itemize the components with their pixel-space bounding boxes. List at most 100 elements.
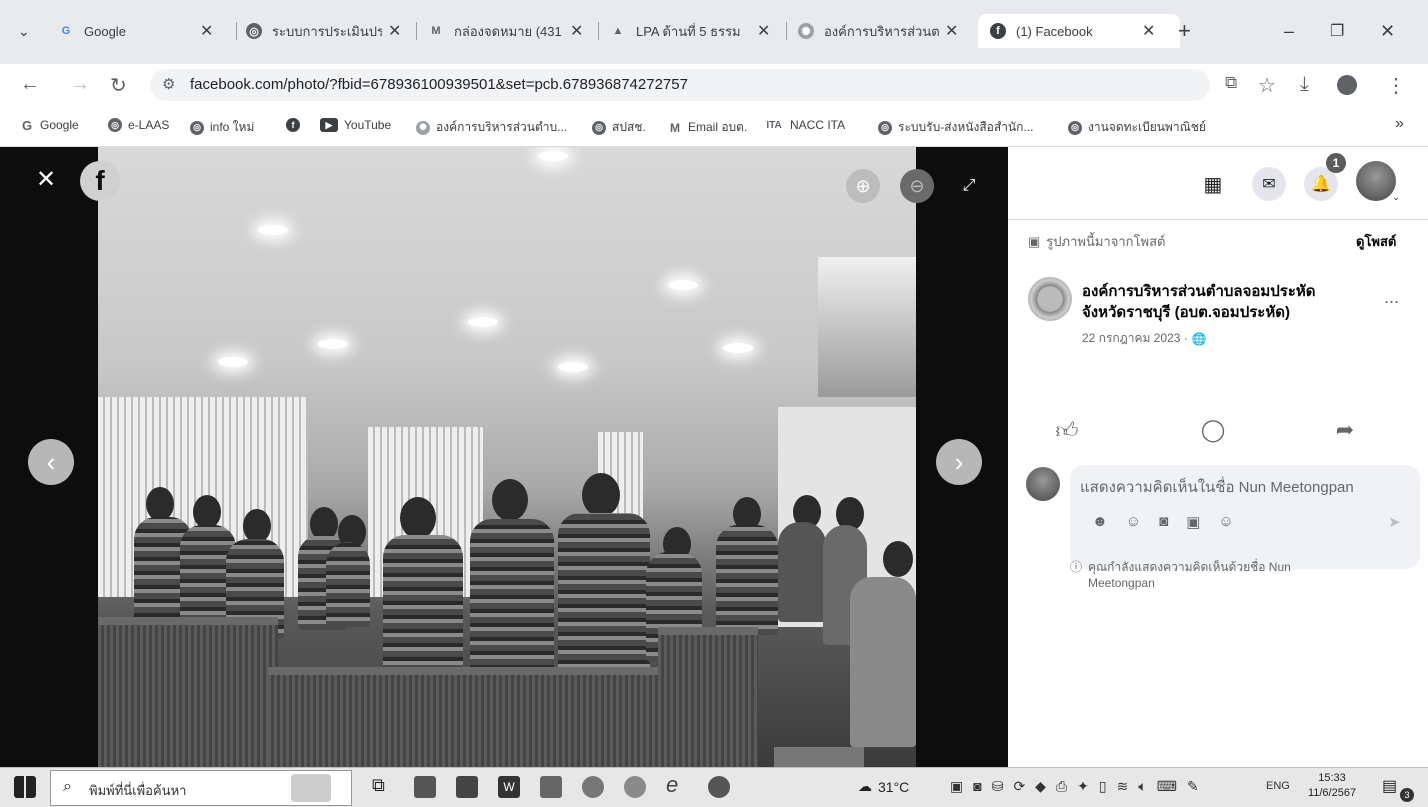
messenger-icon[interactable]: ✉: [1252, 167, 1286, 201]
menu-kebab-icon[interactable]: ⋮: [1386, 73, 1406, 98]
bookmark-sao[interactable]: ✺ องค์การบริหารส่วนตำบ...: [416, 118, 567, 137]
next-photo-button[interactable]: ›: [936, 439, 982, 485]
bookmark-nacc[interactable]: ITA NACC ITA: [764, 118, 845, 132]
emoji-icon[interactable]: ☺: [1126, 513, 1141, 531]
tab-gmail[interactable]: M กล่องจดหมาย (431 ✕: [428, 14, 593, 48]
like-icon[interactable]: 👍︎: [1052, 415, 1082, 445]
ceiling-light: [468, 317, 498, 327]
back-icon[interactable]: ←: [20, 73, 40, 96]
close-icon[interactable]: ✕: [388, 21, 401, 41]
facebook-logo[interactable]: f: [80, 161, 120, 201]
bookmark-email[interactable]: M Email อบต.: [668, 118, 747, 137]
post-photo[interactable]: [98, 147, 916, 767]
bookmark-info[interactable]: ◎ info ใหม่: [190, 118, 254, 137]
tab-search-button[interactable]: ⌄: [18, 14, 30, 48]
tray-sync-icon[interactable]: ⟳: [1013, 778, 1025, 795]
address-toolbar: ← → ↻ ⚙ facebook.com/photo/?fbid=6789361…: [0, 64, 1428, 106]
previous-photo-button[interactable]: ‹: [28, 439, 74, 485]
bookmark-commerce[interactable]: ◎ งานจดทะเบียนพาณิชย์: [1068, 118, 1206, 137]
firefox-icon[interactable]: [582, 776, 604, 798]
keyboard-icon[interactable]: ⌨: [1157, 778, 1177, 795]
post-options-button[interactable]: ...: [1384, 287, 1399, 308]
address-bar[interactable]: ⚙ facebook.com/photo/?fbid=6789361009395…: [150, 69, 1210, 101]
close-icon[interactable]: ✕: [200, 21, 213, 41]
site-info-icon[interactable]: ⚙: [162, 75, 175, 93]
view-post-link[interactable]: ดูโพสต์: [1356, 231, 1396, 252]
close-icon[interactable]: ✕: [757, 21, 770, 41]
chevron-right-icon: ›: [954, 446, 964, 477]
comment-input[interactable]: แสดงความคิดเห็นในชื่อ Nun Meetongpan: [1080, 475, 1354, 499]
tab-title: กล่องจดหมาย (431: [454, 23, 562, 39]
language-indicator[interactable]: ENG: [1266, 780, 1290, 792]
download-icon[interactable]: ⤓: [1300, 73, 1309, 96]
url-text[interactable]: facebook.com/photo/?fbid=678936100939501…: [190, 76, 688, 93]
fullscreen-icon[interactable]: ⤢: [956, 173, 982, 199]
store-icon[interactable]: [456, 776, 478, 798]
close-icon[interactable]: ✕: [570, 21, 583, 41]
extension-icon[interactable]: [1337, 75, 1357, 95]
tray-camera-icon[interactable]: ◙: [973, 778, 981, 795]
bookmark-nhso[interactable]: ◎ สปสช.: [592, 118, 646, 137]
bookmark-facebook[interactable]: f: [286, 118, 306, 132]
bookmark-google[interactable]: G Google: [20, 118, 79, 133]
tray-dropbox-icon[interactable]: ◆: [1035, 778, 1046, 795]
wifi-icon[interactable]: ≋: [1117, 778, 1129, 795]
share-icon[interactable]: ➦: [1330, 415, 1360, 445]
avatar-sticker-icon[interactable]: ☻: [1092, 513, 1108, 531]
tray-battery-icon[interactable]: ▯: [1099, 778, 1107, 795]
gif-icon[interactable]: ▣: [1186, 513, 1200, 531]
bookmark-elaas[interactable]: ◎ e-LAAS: [108, 118, 169, 132]
task-view-icon[interactable]: ⧉: [372, 775, 394, 797]
close-icon[interactable]: ✕: [945, 21, 958, 41]
reload-icon[interactable]: ↻: [110, 73, 127, 98]
sticker-icon[interactable]: ☺: [1218, 513, 1233, 531]
restore-button[interactable]: ❐: [1330, 14, 1344, 48]
bookmark-star-icon[interactable]: ☆: [1258, 73, 1276, 98]
word-icon[interactable]: W: [498, 776, 520, 798]
clock[interactable]: 15:33 11/6/2567: [1300, 771, 1364, 801]
send-icon[interactable]: ➤: [1388, 513, 1401, 531]
tray-printer-icon[interactable]: ⎙: [1056, 778, 1067, 795]
window-close-button[interactable]: ✕: [1380, 14, 1395, 48]
tab-sao[interactable]: ✺ องค์การบริหารส่วนต ✕: [798, 14, 968, 48]
menu-grid-icon[interactable]: ▦: [1196, 167, 1230, 201]
bookmark-youtube[interactable]: ▶ YouTube: [320, 118, 391, 132]
mail-icon[interactable]: [540, 776, 562, 798]
windows-start-icon[interactable]: [14, 776, 36, 798]
edge-icon[interactable]: e: [666, 772, 688, 797]
line-icon[interactable]: [708, 776, 730, 798]
page-avatar[interactable]: [1028, 277, 1072, 321]
pen-icon[interactable]: ✎: [1187, 778, 1199, 795]
zoom-in-icon[interactable]: ⊕: [846, 169, 880, 203]
page-name[interactable]: องค์การบริหารส่วนตำบลจอมประหัด จังหวัดรา…: [1082, 281, 1316, 323]
chevron-down-icon[interactable]: ⌄: [1390, 191, 1402, 203]
forward-icon[interactable]: →: [70, 73, 90, 96]
facebook-icon: f: [990, 23, 1006, 39]
post-date[interactable]: 22 กรกฎาคม 2023 ·: [1082, 329, 1188, 348]
facebook-icon: f: [286, 118, 300, 132]
bookmark-doc-system[interactable]: ◎ ระบบรับ-ส่งหนังสือสำนัก...: [878, 118, 1033, 137]
close-viewer-icon[interactable]: ✕: [32, 165, 60, 193]
tray-network-share-icon[interactable]: ⛁: [992, 778, 1004, 795]
tab-google[interactable]: G Google ✕: [58, 14, 228, 48]
zoom-out-icon[interactable]: ⊖: [900, 169, 934, 203]
file-explorer-icon[interactable]: [414, 776, 436, 798]
taskbar-search[interactable]: ⌕ พิมพ์ที่นี่เพื่อค้นหา: [50, 770, 352, 806]
tray-dropbox-icon[interactable]: ✦: [1077, 778, 1089, 795]
bookmarks-overflow[interactable]: »: [1395, 115, 1404, 133]
comment-box[interactable]: แสดงความคิดเห็นในชื่อ Nun Meetongpan ☻ ☺…: [1070, 465, 1420, 569]
weather-widget[interactable]: ☁ 31°C: [858, 778, 909, 795]
search-icon: ⌕: [63, 778, 72, 795]
new-tab-button[interactable]: +: [1178, 14, 1191, 48]
minimize-button[interactable]: –: [1284, 14, 1294, 48]
install-icon[interactable]: ⧉: [1225, 73, 1237, 93]
tab-facebook[interactable]: f (1) Facebook ✕: [978, 14, 1180, 48]
tray-app-icon[interactable]: ▣: [950, 778, 963, 795]
volume-icon[interactable]: 🔈︎: [1138, 778, 1146, 795]
chrome-icon[interactable]: [624, 776, 646, 798]
close-icon[interactable]: ✕: [1142, 21, 1155, 41]
tab-assessment[interactable]: ◎ ระบบการประเมินประ ✕: [246, 14, 411, 48]
comment-icon[interactable]: ◯: [1198, 415, 1228, 445]
tab-lpa[interactable]: ▲ LPA ด้านที่ 5 ธรรม ✕: [610, 14, 780, 48]
camera-icon[interactable]: ◙: [1159, 513, 1168, 531]
